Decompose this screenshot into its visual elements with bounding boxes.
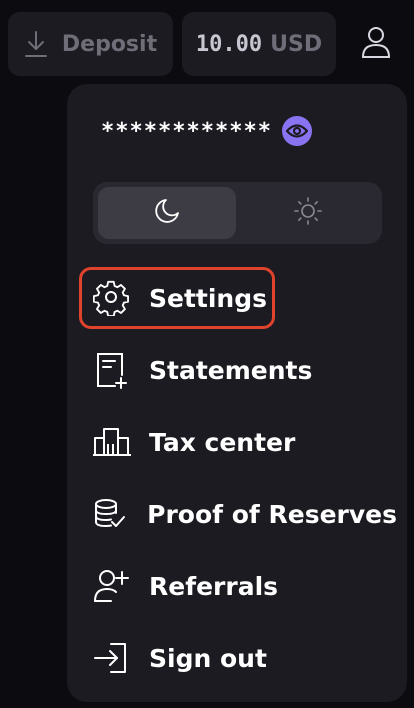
top-bar: Deposit 10.00 USD xyxy=(0,0,414,84)
user-add-icon xyxy=(93,566,141,606)
download-icon xyxy=(24,29,48,59)
menu-item-label: Referrals xyxy=(149,571,279,601)
database-check-icon xyxy=(93,494,139,534)
document-add-icon xyxy=(93,350,141,390)
menu-item-settings[interactable]: Settings xyxy=(79,267,397,329)
menu-item-label: Statements xyxy=(149,355,313,385)
menu-item-label: Settings xyxy=(149,283,268,313)
balance-currency: USD xyxy=(270,31,323,57)
sign-out-icon xyxy=(93,638,141,678)
user-menu-button[interactable] xyxy=(352,18,400,70)
balance-display[interactable]: 10.00 USD xyxy=(182,12,336,76)
gear-icon xyxy=(93,278,141,318)
theme-light-option[interactable] xyxy=(239,187,377,239)
menu-item-referrals[interactable]: Referrals xyxy=(79,555,397,617)
user-icon xyxy=(361,25,391,63)
menu-item-tax-center[interactable]: Tax center xyxy=(79,411,397,473)
eye-icon[interactable] xyxy=(281,116,312,146)
masked-value: ************ xyxy=(101,118,272,144)
sun-icon xyxy=(293,196,323,230)
building-icon xyxy=(93,422,141,462)
menu-item-label: Proof of Reserves xyxy=(147,499,397,529)
masked-account-row: ************ xyxy=(101,114,312,148)
menu-item-proof-of-reserves[interactable]: Proof of Reserves xyxy=(79,483,397,545)
moon-icon xyxy=(153,197,181,229)
account-dropdown-menu: ************ Settings Statements Tax cen… xyxy=(67,84,407,702)
menu-item-label: Sign out xyxy=(149,643,267,673)
menu-item-label: Tax center xyxy=(149,427,296,457)
balance-amount: 10.00 xyxy=(195,31,263,57)
deposit-button[interactable]: Deposit xyxy=(8,12,173,76)
theme-toggle[interactable] xyxy=(93,182,382,244)
menu-item-sign-out[interactable]: Sign out xyxy=(79,627,397,689)
deposit-label: Deposit xyxy=(61,31,158,57)
theme-dark-option[interactable] xyxy=(98,187,236,239)
menu-item-statements[interactable]: Statements xyxy=(79,339,397,401)
